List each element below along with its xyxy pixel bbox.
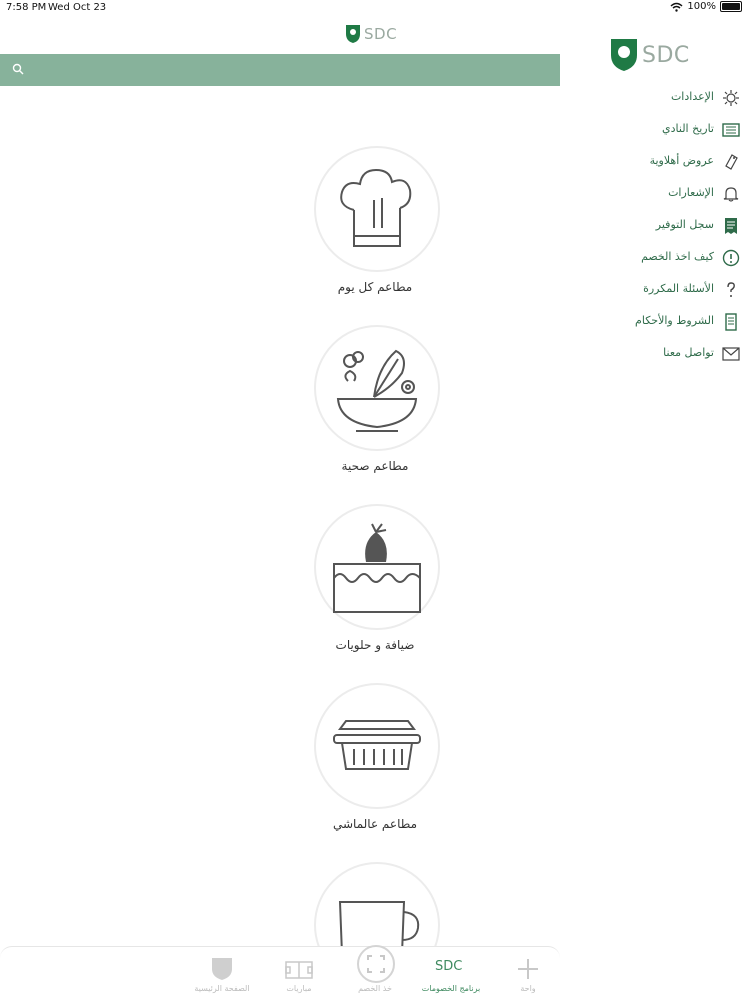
bottom-tab-bar: واحة SDC برنامج الخصومات خذ الخصم مباريا… bbox=[0, 945, 560, 1001]
menu-item-how-to-get-discount[interactable]: كيف اخذ الخصم bbox=[560, 244, 750, 272]
bell-icon bbox=[723, 187, 739, 202]
menu-item-label: تاريخ النادي bbox=[662, 122, 714, 135]
shield-icon bbox=[212, 958, 232, 980]
category-label: مطاعم عالماشي bbox=[332, 817, 417, 831]
menu-item-notifications[interactable]: الإشعارات bbox=[560, 180, 750, 208]
club-shield-icon bbox=[346, 25, 360, 43]
battery-percent: 100% bbox=[687, 1, 716, 12]
receipt-icon bbox=[725, 218, 737, 234]
search-bar[interactable] bbox=[0, 54, 560, 86]
status-bar: 7:58 PM Wed Oct 23 100% bbox=[0, 0, 750, 16]
settings-icon bbox=[723, 90, 739, 106]
menu-item-label: تواصل معنا bbox=[663, 346, 714, 359]
tab-label: واحة bbox=[520, 984, 536, 993]
menu-item-ahli-offers[interactable]: عروض أهلاوية bbox=[560, 148, 750, 176]
tab-label: برنامج الخصومات bbox=[421, 984, 481, 993]
sdc-logo-icon: SDC bbox=[435, 959, 463, 974]
logo-text: SDC bbox=[642, 42, 690, 68]
field-icon bbox=[285, 961, 313, 979]
tab-take-discount[interactable]: خذ الخصم bbox=[335, 945, 415, 999]
header-logo: SDC bbox=[345, 24, 397, 44]
question-icon bbox=[727, 282, 735, 297]
main-content: SDC مطاعم كل يوم مطاعم صحية ضيافة و حلوي… bbox=[0, 16, 560, 1001]
document-icon bbox=[725, 313, 737, 331]
category-icon-circle[interactable] bbox=[314, 683, 440, 809]
drawer-logo: SDC bbox=[610, 38, 690, 72]
category-on-the-go-restaurants[interactable]: مطاعم عالماشي bbox=[0, 683, 560, 853]
category-label: ضيافة و حلويات bbox=[335, 638, 415, 652]
tab-matches[interactable]: مباريات bbox=[259, 953, 339, 999]
menu-item-club-history[interactable]: تاريخ النادي bbox=[560, 116, 750, 144]
category-icon-circle[interactable] bbox=[314, 325, 440, 451]
chef-hat-icon bbox=[340, 168, 412, 247]
status-date: Wed Oct 23 bbox=[48, 2, 107, 13]
menu-item-label: الإشعارات bbox=[668, 186, 714, 199]
category-healthy-restaurants[interactable]: مطاعم صحية bbox=[0, 325, 560, 495]
tab-label: خذ الخصم bbox=[358, 984, 392, 993]
category-label: مطاعم صحية bbox=[341, 459, 409, 473]
side-menu-drawer: SDC الإعدادات تاريخ النادي عروض أهلاوية … bbox=[560, 16, 750, 1000]
search-icon[interactable] bbox=[12, 63, 24, 75]
tab-label: مباريات bbox=[286, 984, 312, 993]
tab-label: الصفحة الرئيسية bbox=[194, 984, 250, 993]
category-icon-circle[interactable] bbox=[314, 146, 440, 272]
info-icon bbox=[722, 249, 740, 267]
category-label: مطاعم كل يوم bbox=[337, 280, 413, 294]
menu-item-label: الشروط والأحكام bbox=[635, 314, 714, 327]
salad-bowl-icon bbox=[336, 349, 418, 432]
category-everyday-restaurants[interactable]: مطاعم كل يوم bbox=[0, 146, 560, 316]
menu-item-label: الأسئلة المكررة bbox=[643, 282, 714, 295]
status-time: 7:58 PM bbox=[6, 2, 47, 13]
scan-icon bbox=[357, 945, 395, 983]
cup-icon bbox=[338, 901, 420, 946]
takeaway-box-icon bbox=[333, 720, 421, 770]
cake-icon bbox=[333, 523, 421, 613]
wifi-icon bbox=[670, 2, 683, 12]
tab-oasis[interactable]: واحة bbox=[488, 953, 568, 999]
menu-item-terms[interactable]: الشروط والأحكام bbox=[560, 308, 750, 336]
search-input[interactable] bbox=[30, 58, 534, 84]
logo-text: SDC bbox=[364, 25, 398, 43]
category-cafes[interactable] bbox=[0, 862, 560, 946]
battery-icon bbox=[720, 1, 742, 12]
menu-item-label: سجل التوفير bbox=[655, 218, 714, 231]
tab-home[interactable]: الصفحة الرئيسية bbox=[182, 953, 262, 999]
menu-item-label: الإعدادات bbox=[670, 90, 714, 103]
tab-discounts-program[interactable]: SDC برنامج الخصومات bbox=[411, 953, 491, 999]
plus-icon bbox=[518, 959, 538, 979]
category-icon-circle[interactable] bbox=[314, 862, 440, 946]
menu-item-faq[interactable]: الأسئلة المكررة bbox=[560, 276, 750, 304]
menu-item-savings-log[interactable]: سجل التوفير bbox=[560, 212, 750, 240]
menu-item-label: عروض أهلاوية bbox=[649, 154, 714, 167]
menu-item-label: كيف اخذ الخصم bbox=[641, 250, 714, 263]
history-icon bbox=[722, 123, 740, 137]
mail-icon bbox=[722, 347, 740, 361]
category-icon-circle[interactable] bbox=[314, 504, 440, 630]
menu-item-settings[interactable]: الإعدادات bbox=[560, 84, 750, 112]
offers-icon bbox=[725, 154, 738, 170]
status-indicators: 100% bbox=[670, 1, 742, 12]
menu-item-contact-us[interactable]: تواصل معنا bbox=[560, 340, 750, 368]
club-shield-icon bbox=[611, 39, 637, 71]
category-hospitality-sweets[interactable]: ضيافة و حلويات bbox=[0, 504, 560, 674]
